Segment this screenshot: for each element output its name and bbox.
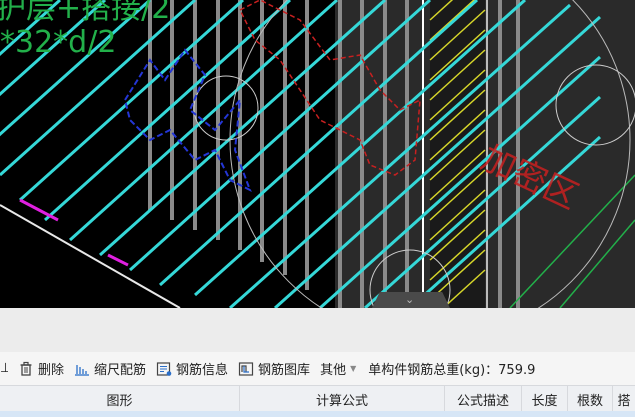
chevron-down-icon: ⌄ (405, 293, 415, 306)
col-header-count[interactable]: 根数 (568, 386, 613, 412)
table-first-row[interactable] (0, 411, 635, 417)
rebar-info-button[interactable]: 钢筋信息 (156, 359, 228, 378)
drawing-canvas[interactable]: 护层+搭接/2 *32*d/2 加密区 ⌄ (0, 0, 635, 308)
info-list-icon (156, 361, 172, 377)
outline-circle (193, 75, 259, 141)
col-header-lap[interactable]: 搭 (613, 386, 635, 412)
overlay-formula-line2: *32*d/2 (0, 25, 117, 60)
rebar-toolbar: ⊥ 删除 缩尺配筋 钢筋信息 钢筋图库 其他 ▼ 单构件钢筋总重(kg)：759… (0, 352, 635, 385)
panel-spacer (0, 308, 635, 352)
col-header-description[interactable]: 公式描述 (445, 386, 522, 412)
other-dropdown[interactable]: 其他 ▼ (320, 359, 356, 378)
magenta-line (19, 198, 59, 222)
overlay-formula-line1: 护层+搭接/2 (0, 0, 171, 26)
toolbar-partial-item[interactable]: ⊥ (0, 361, 8, 376)
bar-scale-icon (74, 361, 90, 377)
scale-rebar-button[interactable]: 缩尺配筋 (74, 359, 146, 378)
collapse-panel-button[interactable]: ⌄ (372, 292, 450, 308)
delete-button[interactable]: 删除 (18, 359, 64, 378)
col-header-shape[interactable]: 图形 (0, 386, 240, 412)
col-header-length[interactable]: 长度 (522, 386, 568, 412)
caret-down-icon: ▼ (350, 364, 357, 373)
rebar-library-button[interactable]: 钢筋图库 (238, 359, 310, 378)
total-weight-display: 单构件钢筋总重(kg)：759.9 (368, 363, 536, 378)
library-icon (238, 361, 254, 377)
trash-icon (18, 361, 34, 377)
magenta-line (107, 253, 129, 267)
col-header-formula[interactable]: 计算公式 (240, 386, 445, 412)
rebar-table-header: 图形 计算公式 公式描述 长度 根数 搭 (0, 385, 635, 412)
